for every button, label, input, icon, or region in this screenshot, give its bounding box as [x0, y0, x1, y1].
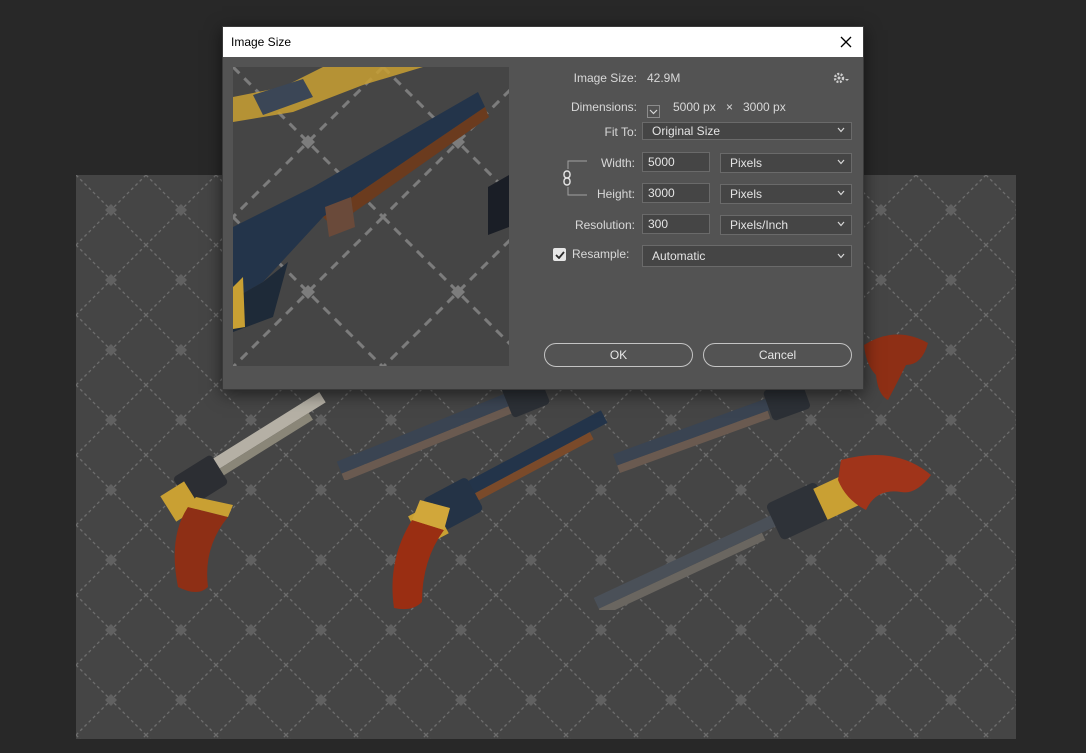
image-size-label: Image Size: — [573, 71, 637, 85]
chevron-down-icon — [837, 190, 845, 196]
chevron-down-icon — [837, 127, 845, 133]
resolution-unit-value: Pixels/Inch — [730, 218, 789, 232]
chevron-down-icon — [837, 159, 845, 165]
fit-to-select[interactable]: Original Size — [642, 122, 852, 140]
fit-to-label: Fit To: — [604, 125, 637, 139]
close-button[interactable] — [829, 27, 863, 57]
width-unit-select[interactable]: Pixels — [720, 153, 852, 173]
fit-to-value: Original Size — [652, 124, 721, 138]
width-input[interactable] — [642, 152, 710, 172]
image-size-dialog: Image Size Image Size: 42.9M Dimensions:… — [222, 26, 864, 390]
constrain-proportions-toggle[interactable] — [561, 169, 573, 187]
resolution-unit-select[interactable]: Pixels/Inch — [720, 215, 852, 235]
dialog-titlebar[interactable]: Image Size — [223, 27, 863, 57]
dialog-title: Image Size — [231, 35, 292, 49]
resolution-label: Resolution: — [574, 218, 635, 232]
ok-button[interactable]: OK — [544, 343, 693, 367]
height-input[interactable] — [642, 183, 710, 203]
link-icon — [563, 170, 571, 186]
dimensions-width: 5000 px — [673, 100, 716, 114]
resolution-input[interactable] — [642, 214, 710, 234]
settings-button[interactable] — [833, 71, 851, 85]
dimensions-separator: × — [726, 100, 734, 114]
resample-select[interactable]: Automatic — [642, 245, 852, 267]
chevron-down-icon — [649, 109, 658, 114]
chevron-down-icon — [837, 253, 845, 259]
height-label: Height: — [596, 187, 635, 201]
resample-value: Automatic — [652, 249, 706, 263]
close-icon — [840, 36, 852, 48]
resample-label[interactable]: Resample: — [572, 247, 629, 261]
revolver-image — [864, 334, 928, 400]
dimensions-unit-button[interactable] — [647, 105, 660, 118]
cancel-button[interactable]: Cancel — [703, 343, 852, 367]
chevron-down-icon — [837, 221, 845, 227]
resample-checkbox[interactable] — [553, 248, 566, 261]
gear-icon — [833, 72, 849, 84]
revolver-image — [593, 455, 931, 610]
width-unit-value: Pixels — [730, 156, 763, 170]
dimensions-height: 3000 px — [743, 100, 786, 114]
preview-image[interactable] — [233, 67, 509, 366]
height-unit-value: Pixels — [730, 187, 763, 201]
dimensions-label: Dimensions: — [570, 100, 637, 114]
height-unit-select[interactable]: Pixels — [720, 184, 852, 204]
image-size-value: 42.9M — [647, 71, 681, 85]
checkbox-icon — [554, 250, 565, 259]
width-label: Width: — [600, 156, 635, 170]
revolver-image — [160, 392, 326, 592]
